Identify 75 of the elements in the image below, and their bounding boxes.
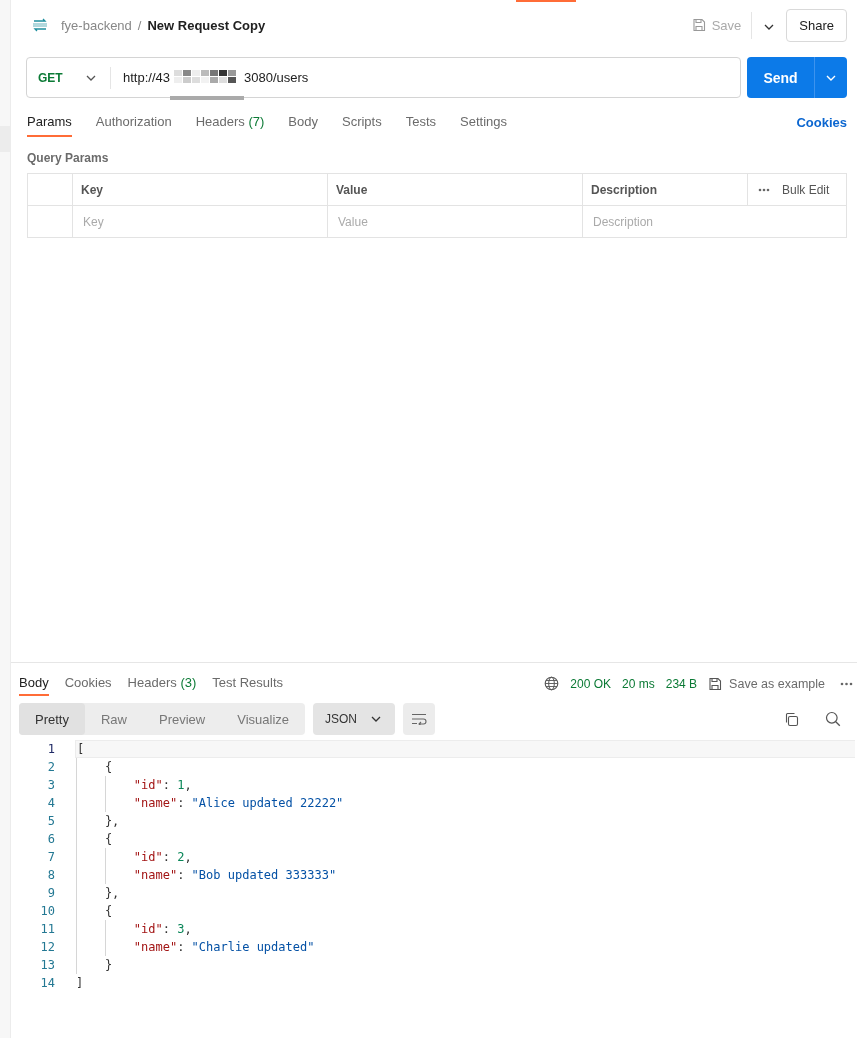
wrap-lines-button[interactable] — [403, 703, 436, 735]
copy-icon[interactable] — [784, 711, 799, 727]
url-bar[interactable]: GET http://43 3080/users — [26, 57, 741, 98]
code-line: { — [75, 903, 857, 919]
line-number: 4 — [46, 796, 56, 810]
more-icon[interactable] — [840, 681, 853, 686]
request-title: New Request Copy — [147, 17, 266, 33]
line-number: 3 — [46, 778, 56, 792]
breadcrumb-separator: / — [137, 17, 142, 33]
response-tab[interactable]: Test Results — [212, 671, 284, 696]
code-line: "name": "Alice updated 22222" — [75, 795, 857, 811]
request-tab[interactable]: Headers (7) — [195, 108, 265, 137]
view-mode-tab[interactable]: Visualize — [221, 703, 306, 735]
section-title: Query Params — [26, 150, 110, 167]
caret-icon — [764, 23, 775, 30]
response-tab[interactable]: Headers (3) — [127, 671, 197, 696]
save-icon — [708, 676, 723, 691]
bulk-edit-link[interactable]: Bulk Edit — [782, 182, 830, 197]
response-tab[interactable]: Cookies — [64, 671, 112, 696]
code-line: }, — [75, 813, 857, 829]
view-mode-tab[interactable]: Raw — [84, 703, 143, 735]
response-time[interactable]: 20 ms — [622, 676, 655, 691]
line-number: 5 — [46, 814, 56, 828]
code-line: "name": "Charlie updated" — [75, 939, 857, 955]
save-example-button[interactable]: Save as example — [708, 676, 825, 691]
caret-icon — [826, 74, 836, 81]
view-mode-tab[interactable]: Preview — [143, 703, 222, 735]
share-button[interactable]: Share — [786, 8, 847, 42]
caret-icon — [371, 716, 382, 722]
line-number: 14 — [39, 976, 56, 990]
save-icon — [691, 18, 706, 32]
request-tab[interactable]: Body — [288, 108, 318, 137]
response-size[interactable]: 234 B — [665, 676, 698, 691]
url-text: 3080/users — [244, 70, 309, 85]
code-line: } — [75, 957, 857, 973]
line-number: 12 — [39, 940, 56, 954]
code-line: }, — [75, 885, 857, 901]
line-number: 9 — [46, 886, 56, 900]
request-tab[interactable]: Tests — [405, 108, 437, 137]
line-number: 1 — [46, 742, 56, 756]
column-header: Value — [328, 174, 583, 206]
request-tab[interactable]: Authorization — [95, 108, 172, 137]
column-header: Description — [583, 174, 748, 206]
line-number: 2 — [46, 760, 56, 774]
line-number: 7 — [46, 850, 56, 864]
code-line: "id": 3, — [75, 921, 857, 937]
line-number: 10 — [39, 904, 56, 918]
code-line: { — [75, 759, 857, 775]
cookies-link[interactable]: Cookies — [796, 115, 847, 130]
url-text: http://43 — [123, 70, 170, 85]
line-number: 11 — [39, 922, 56, 936]
view-mode-tab[interactable]: Pretty — [19, 703, 85, 735]
more-icon — [758, 187, 770, 192]
method-dropdown[interactable]: GET — [27, 66, 111, 89]
wrap-icon — [411, 713, 428, 725]
request-tab[interactable]: Scripts — [342, 108, 382, 137]
line-number: 6 — [46, 832, 56, 846]
request-tab[interactable]: Params — [27, 108, 72, 137]
collection-link[interactable]: fye-backend — [61, 17, 132, 33]
code-line: ] — [75, 975, 85, 991]
response-tab[interactable]: Body — [19, 671, 49, 696]
search-icon[interactable] — [825, 711, 841, 727]
line-number: 8 — [46, 868, 56, 882]
caret-icon — [86, 74, 96, 81]
code-line: "id": 2, — [75, 849, 857, 865]
status-code[interactable]: 200 OK — [570, 676, 612, 691]
code-line: "name": "Bob updated 333333" — [75, 867, 857, 883]
line-number: 13 — [39, 958, 56, 972]
column-header: Key — [73, 174, 328, 206]
request-tab[interactable]: Settings — [460, 108, 508, 137]
globe-icon — [544, 676, 560, 691]
code-line: { — [75, 831, 857, 847]
format-dropdown[interactable]: JSON — [313, 703, 396, 735]
code-line: "id": 1, — [75, 777, 857, 793]
http-request-icon — [31, 17, 49, 33]
